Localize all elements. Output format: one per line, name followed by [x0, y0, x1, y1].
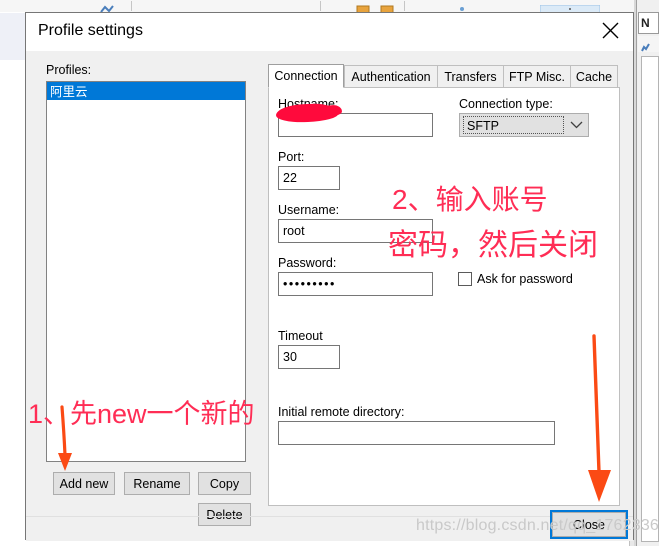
connection-type-label: Connection type:	[459, 97, 553, 111]
username-label: Username:	[278, 203, 340, 217]
dialog-title: Profile settings	[38, 22, 143, 39]
initial-remote-directory-label: Initial remote directory:	[278, 405, 405, 419]
profile-settings-dialog: Profile settings Profiles: 阿里云 Add new R…	[25, 12, 634, 541]
footer-divider	[26, 516, 633, 517]
timeout-input[interactable]: 30	[278, 345, 340, 369]
dialog-body: Profiles: 阿里云 Add new Rename Copy Delete…	[26, 51, 633, 541]
background-right-window-title: N	[638, 12, 659, 34]
settings-tabstrip: Connection Authentication Transfers FTP …	[268, 64, 620, 88]
connection-tab-page: Hostname: Connection type: SFTP Port: 22…	[268, 87, 620, 506]
checkbox-box	[458, 272, 472, 286]
password-label: Password:	[278, 256, 337, 270]
add-new-button[interactable]: Add new	[53, 472, 115, 495]
background-toolbar-icon-4	[455, 1, 469, 11]
rename-button[interactable]: Rename	[124, 472, 190, 495]
username-input[interactable]: root	[278, 219, 433, 243]
delete-button[interactable]: Delete	[198, 503, 251, 526]
tab-connection[interactable]: Connection	[268, 64, 344, 88]
ask-for-password-label: Ask for password	[477, 272, 573, 286]
background-toolbar-icon-3	[380, 1, 394, 14]
background-toolbar-field	[539, 1, 601, 15]
profiles-listbox[interactable]: 阿里云	[46, 81, 246, 462]
background-toolbar-icon-2	[356, 1, 370, 14]
chevron-down-icon	[564, 114, 588, 136]
dialog-titlebar: Profile settings	[26, 13, 633, 51]
close-button[interactable]: Close	[550, 510, 628, 539]
ask-for-password-checkbox[interactable]: Ask for password	[458, 272, 573, 286]
tab-ftp-misc[interactable]: FTP Misc.	[503, 65, 571, 87]
port-input[interactable]: 22	[278, 166, 340, 190]
tab-transfers[interactable]: Transfers	[437, 65, 504, 87]
port-label: Port:	[278, 150, 305, 164]
background-toolbar-icon-1	[100, 1, 114, 13]
connection-type-value: SFTP	[463, 116, 564, 134]
background-right-content	[641, 56, 659, 542]
profiles-label: Profiles:	[46, 63, 92, 77]
timeout-label: Timeout	[278, 329, 323, 343]
hostname-input[interactable]	[278, 113, 433, 137]
password-input[interactable]: •••••••••	[278, 272, 433, 296]
background-right-toolbar-icon	[641, 39, 650, 52]
screenshot-root: N Profile settings Profiles: 阿里云 Add new…	[0, 0, 659, 546]
copy-button[interactable]: Copy	[198, 472, 251, 495]
connection-type-dropdown[interactable]: SFTP	[459, 113, 589, 137]
list-item[interactable]: 阿里云	[47, 82, 245, 100]
initial-remote-directory-input[interactable]	[278, 421, 555, 445]
tab-cache[interactable]: Cache	[570, 65, 618, 87]
tab-authentication[interactable]: Authentication	[344, 65, 438, 87]
close-x-icon[interactable]	[587, 13, 633, 47]
hostname-label: Hostname:	[278, 97, 339, 111]
